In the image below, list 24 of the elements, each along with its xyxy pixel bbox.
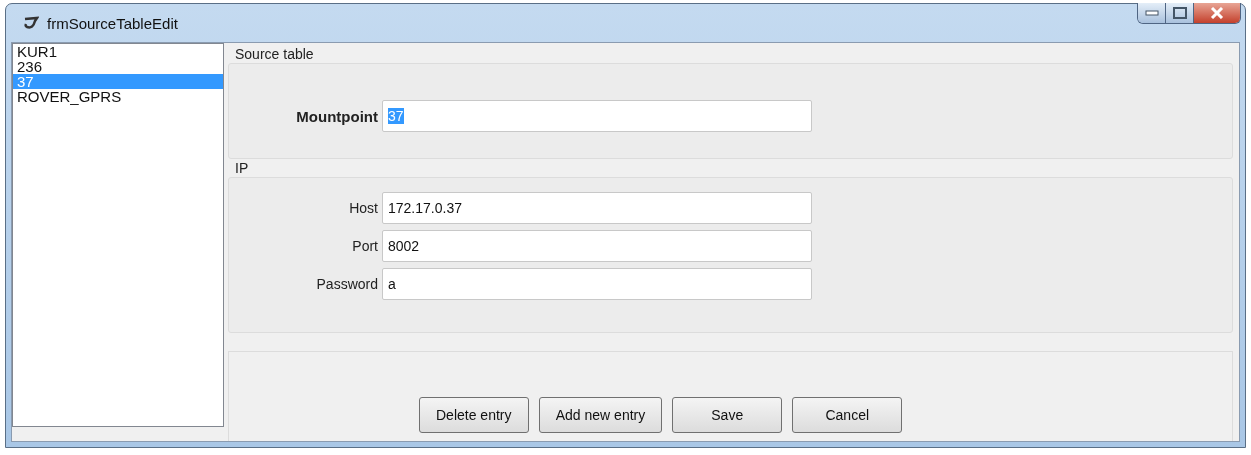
minimize-button[interactable] xyxy=(1138,3,1166,23)
field-label: Mountpoint xyxy=(295,107,378,125)
field-label: Port xyxy=(351,238,378,254)
action-button[interactable]: Add new entry xyxy=(538,397,663,433)
window-title: frmSourceTableEdit xyxy=(47,14,178,32)
list-item[interactable]: KUR1 xyxy=(13,44,223,59)
group-title: IP xyxy=(234,159,250,177)
field-label: Host xyxy=(348,200,378,216)
action-button[interactable]: Delete entry xyxy=(418,397,529,433)
input-field[interactable]: 8002 xyxy=(382,230,812,262)
group-title: Source table xyxy=(234,45,315,63)
list-item[interactable]: 236 xyxy=(13,59,223,74)
close-icon xyxy=(1209,7,1225,19)
list-item[interactable]: ROVER_GPRS xyxy=(13,89,223,104)
input-field[interactable]: a xyxy=(382,268,812,300)
minimize-icon xyxy=(1144,10,1159,16)
action-button[interactable]: Save xyxy=(672,397,783,433)
action-button[interactable]: Cancel xyxy=(792,397,903,433)
maximize-button[interactable] xyxy=(1166,3,1194,23)
input-field[interactable]: 172.17.0.37 xyxy=(382,192,812,224)
close-button[interactable] xyxy=(1194,3,1240,23)
maximize-icon xyxy=(1172,7,1187,19)
field-label: Password xyxy=(315,276,378,292)
hook-icon xyxy=(23,16,39,30)
